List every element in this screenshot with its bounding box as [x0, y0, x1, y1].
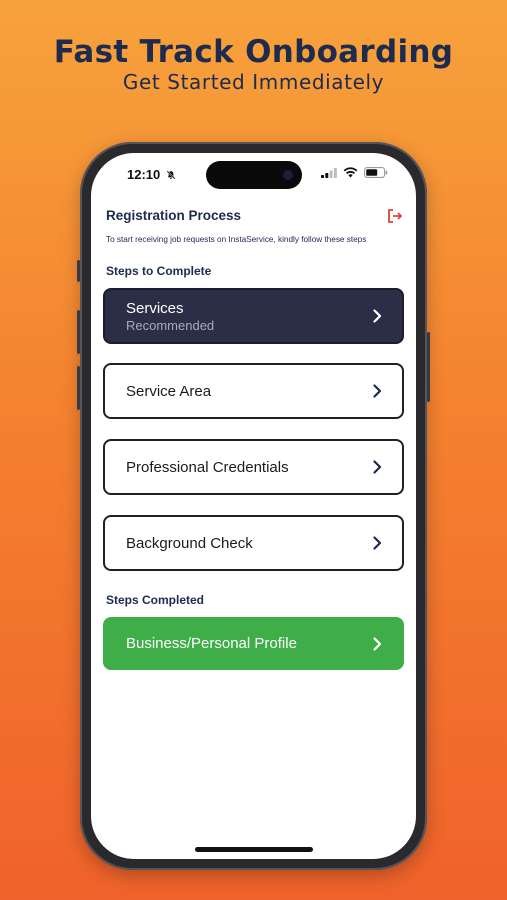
chevron-right-icon — [373, 636, 382, 651]
cellular-signal-icon — [321, 167, 337, 178]
steps-completed-label: Steps Completed — [106, 593, 205, 607]
steps-to-complete-label: Steps to Complete — [106, 264, 212, 278]
phone-action-button — [77, 260, 80, 282]
step-background-check[interactable]: Background Check — [103, 515, 404, 571]
logout-icon[interactable] — [386, 207, 404, 225]
chevron-right-icon — [373, 460, 382, 474]
step-business-personal-profile[interactable]: Business/Personal Profile — [103, 617, 404, 670]
chevron-right-icon — [373, 309, 382, 323]
step-services-label: Services — [126, 299, 184, 317]
front-camera — [283, 170, 293, 180]
step-background-check-label: Background Check — [126, 534, 253, 552]
dynamic-island — [206, 161, 302, 189]
phone-screen: 12:10 Registration Process To start rece… — [91, 153, 416, 859]
chevron-right-icon — [373, 536, 382, 550]
phone-power-button — [427, 332, 430, 402]
bell-slash-icon — [166, 170, 176, 180]
chevron-right-icon — [373, 384, 382, 398]
instructions-text: To start receiving job requests on Insta… — [106, 235, 367, 244]
step-services-texts: Services Recommended — [126, 300, 370, 333]
step-services-sublabel: Recommended — [126, 317, 215, 333]
phone-volume-down-button — [77, 366, 80, 410]
step-service-area[interactable]: Service Area — [103, 363, 404, 419]
step-service-area-label: Service Area — [126, 382, 212, 400]
promo-headline: Fast Track Onboarding — [53, 34, 454, 70]
status-icons — [321, 167, 388, 178]
phone-volume-up-button — [77, 310, 80, 354]
status-time: 12:10 — [127, 167, 176, 182]
step-professional-credentials[interactable]: Professional Credentials — [103, 439, 404, 495]
home-indicator[interactable] — [195, 847, 313, 852]
wifi-icon — [343, 167, 358, 178]
page-title: Registration Process — [106, 208, 242, 223]
promo-subheadline: Get Started Immediately — [122, 70, 385, 94]
step-professional-credentials-label: Professional Credentials — [126, 458, 289, 476]
status-time-text: 12:10 — [127, 167, 161, 182]
battery-icon — [364, 167, 388, 178]
step-services[interactable]: Services Recommended — [103, 288, 404, 344]
step-business-personal-profile-label: Business/Personal Profile — [126, 635, 297, 652]
